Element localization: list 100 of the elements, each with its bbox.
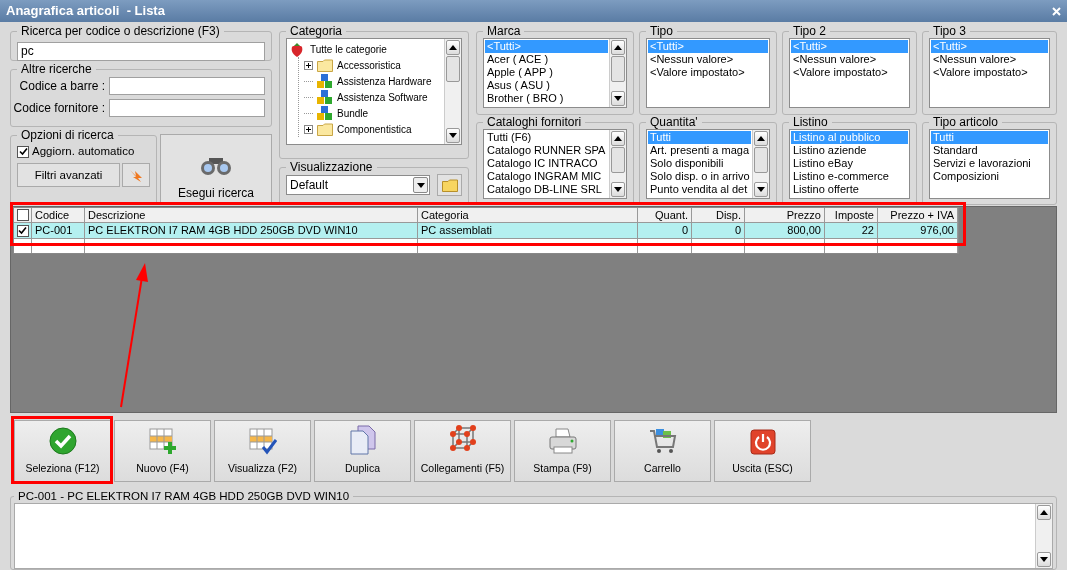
caret-icon[interactable] (416, 182, 425, 188)
list-item[interactable]: Asus ( ASU ) (485, 79, 608, 92)
input-field[interactable] (109, 99, 265, 117)
list-box[interactable]: Tutti (F6) Catalogo RUNNER SPA Catalogo IC INTRACO Catalogo INGRAM MIC Catalogo DB-LINE SRL (483, 128, 627, 199)
scroll-down-icon[interactable] (614, 186, 622, 192)
table-row[interactable]: PC-001 PC ELEKTRON I7 RAM 4GB HDD 250GB DVD WIN10 PC assemblati 0 0 800,00 22 976,00 (14, 223, 958, 239)
expand-icon[interactable] (304, 124, 313, 134)
grid-plus-icon (148, 427, 177, 456)
column-header[interactable]: Prezzo (745, 208, 825, 222)
close-icon[interactable] (1052, 6, 1061, 16)
list-item[interactable]: Listino aziende (791, 143, 908, 157)
list-item[interactable]: Listino offerte (791, 182, 908, 196)
expand-icon[interactable] (304, 60, 313, 70)
scroll-thumb[interactable] (754, 146, 768, 173)
scroll-up-icon[interactable] (614, 45, 622, 50)
scrollbar[interactable] (1035, 504, 1052, 568)
view-dropdown[interactable]: Default (286, 175, 430, 195)
search-field[interactable]: pc (17, 41, 265, 61)
toolbar-button[interactable]: Visualizza (F2) (214, 420, 311, 482)
checkbox[interactable] (16, 224, 29, 237)
column-header[interactable]: Descrizione (85, 208, 418, 222)
list-item[interactable]: Punto vendita al det (648, 182, 751, 196)
folder-icon (317, 58, 333, 72)
scroll-thumb[interactable] (611, 146, 625, 173)
checkbox[interactable] (17, 145, 29, 158)
list-box[interactable]: Tutti Art. presenti a maga Solo disponibili Solo disp. o in arrivo Punto vendita al det (646, 128, 770, 199)
scroll-down-icon[interactable] (614, 96, 622, 101)
list-item[interactable]: Catalogo INGRAM MIC (485, 169, 608, 183)
scrollbar[interactable] (752, 129, 769, 198)
list-item[interactable]: <Nessun valore> (791, 53, 908, 66)
list-item[interactable]: Listino eBay (791, 156, 908, 170)
blocks-icon (317, 89, 333, 105)
group-title: Listino (792, 115, 829, 129)
scroll-down-icon[interactable] (757, 186, 765, 192)
list-item[interactable]: Tutti (F6) (485, 130, 608, 144)
list-item[interactable]: Apple ( APP ) (485, 66, 608, 79)
window-title: Anagrafica articoli - Lista (6, 2, 165, 21)
column-header[interactable]: Imposte (825, 208, 878, 222)
column-header[interactable]: Categoria (418, 208, 638, 222)
list-box[interactable]: Listino al pubblico Listino aziende Listino eBay Listino e-commerce Listino offerte (789, 128, 910, 199)
scroll-up-icon[interactable] (1040, 510, 1048, 515)
list-box[interactable]: <Tutti> <Nessun valore> <Valore impostato> (646, 38, 770, 108)
scroll-thumb[interactable] (611, 56, 625, 82)
tree-item[interactable]: Assistenza Software (337, 89, 428, 105)
scrollbar[interactable] (609, 39, 626, 107)
folder-icon (441, 178, 458, 192)
blocks-icon (317, 73, 333, 89)
category-tree[interactable]: Tutte le categorie Accessoristica Assistenza Hardware Assistenza Software Bundle Componentistica (286, 38, 462, 145)
scroll-down-icon[interactable] (1040, 557, 1048, 562)
advanced-filters-button[interactable]: Filtri avanzati (17, 163, 120, 188)
tree-item[interactable]: Componentistica (337, 121, 412, 137)
list-item[interactable]: Catalogo IC INTRACO (485, 156, 608, 170)
list-item[interactable]: Solo disp. o in arrivo (648, 169, 751, 183)
column-header[interactable]: Codice (32, 208, 85, 222)
list-item[interactable]: Brother ( BRO ) (485, 92, 608, 105)
toolbar-button[interactable]: Nuovo (F4) (114, 420, 211, 482)
scroll-up-icon[interactable] (614, 135, 622, 141)
list-item[interactable]: Acer ( ACE ) (485, 53, 608, 66)
toolbar-button[interactable]: Collegamenti (F5) (414, 420, 511, 482)
toolbar-button[interactable]: Seleziona (F12) (14, 420, 111, 482)
list-item[interactable]: <Nessun valore> (648, 53, 768, 66)
toolbar-button[interactable]: Duplica (314, 420, 411, 482)
list-item[interactable]: Catalogo DB-LINE SRL (485, 182, 608, 196)
group-title: Tipo 3 (932, 25, 967, 38)
checkbox[interactable] (16, 209, 29, 221)
list-item[interactable]: Composizioni (931, 169, 1048, 183)
list-item[interactable]: Standard (931, 143, 1048, 157)
tree-item[interactable]: Bundle (337, 105, 369, 121)
column-header[interactable]: Disp. (692, 208, 745, 222)
list-box[interactable]: Tutti Standard Servizi e lavorazioni Composizioni (929, 128, 1050, 199)
scroll-up-icon[interactable] (757, 135, 765, 141)
input-field[interactable] (109, 77, 265, 95)
tree-item[interactable]: Tutte le categorie (310, 41, 387, 57)
tree-item[interactable]: Assistenza Hardware (337, 73, 432, 89)
scrollbar[interactable] (609, 129, 626, 198)
list-item[interactable]: Catalogo RUNNER SPA (485, 143, 608, 157)
list-box[interactable]: <Tutti> <Nessun valore> <Valore impostato> (789, 38, 910, 108)
toolbar-button[interactable]: Carrello (614, 420, 711, 482)
list-item[interactable]: Solo disponibili (648, 156, 751, 170)
column-header[interactable]: Quant. (638, 208, 692, 222)
group-title: Cataloghi fornitori (486, 115, 583, 129)
table-cell: PC ELEKTRON I7 RAM 4GB HDD 250GB DVD WIN10 (85, 223, 418, 238)
tree-item[interactable]: Accessoristica (337, 57, 401, 73)
list-item[interactable]: <Nessun valore> (931, 53, 1048, 66)
list-box[interactable]: <Tutti> <Nessun valore> <Valore impostato> (929, 38, 1050, 108)
column-header[interactable]: Prezzo + IVA (878, 208, 958, 222)
list-item[interactable]: Listino e-commerce (791, 169, 908, 183)
toolbar-button[interactable]: Stampa (F9) (514, 420, 611, 482)
scroll-up-icon[interactable] (449, 45, 457, 50)
toolbar-button[interactable]: Uscita (ESC) (714, 420, 811, 482)
list-item[interactable]: <Valore impostato> (931, 66, 1048, 79)
scroll-thumb[interactable] (446, 56, 460, 82)
scrollbar[interactable] (444, 39, 461, 144)
run-search-button[interactable]: Esegui ricerca (160, 134, 272, 205)
scroll-down-icon[interactable] (449, 133, 457, 138)
list-item[interactable]: Art. presenti a maga (648, 143, 751, 157)
list-box[interactable]: <Tutti> Acer ( ACE ) Apple ( APP ) Asus ( ASU ) Brother ( BRO ) (483, 38, 627, 108)
list-item[interactable]: <Valore impostato> (648, 66, 768, 79)
list-item[interactable]: <Valore impostato> (791, 66, 908, 79)
list-item[interactable]: Servizi e lavorazioni (931, 156, 1048, 170)
